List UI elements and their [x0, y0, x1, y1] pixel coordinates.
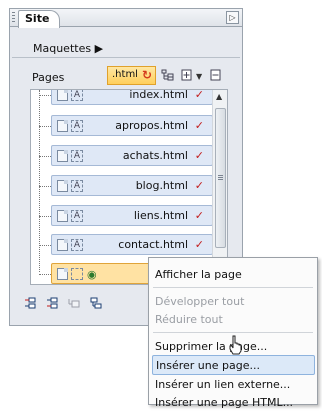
scroll-thumb[interactable] — [215, 108, 226, 248]
move-page-icon[interactable] — [24, 297, 36, 312]
tree-node[interactable]: A liens.html ✓ — [39, 205, 218, 227]
page-card[interactable]: A achats.html ✓ — [51, 145, 213, 166]
tree-node[interactable]: A achats.html ✓ — [39, 145, 218, 167]
check-icon: ✓ — [194, 149, 204, 162]
page-label: blog.html — [135, 179, 188, 192]
page-tree[interactable]: A index.html ✓ A apropos.html ✓ A achats… — [30, 89, 228, 285]
tab-site[interactable]: Site — [18, 10, 60, 28]
scroll-up-icon[interactable]: ▲ — [216, 92, 222, 101]
scroll-grip-icon — [218, 175, 223, 181]
refresh-icon: ↻ — [141, 68, 152, 82]
context-menu: Afficher la page Développer tout Réduire… — [148, 257, 318, 409]
new-page-icon[interactable] — [181, 69, 192, 84]
page-label: liens.html — [133, 209, 188, 222]
menu-separator — [153, 332, 313, 333]
html-button-label: .html — [112, 69, 138, 80]
panel-menu-arrow-icon[interactable]: ▷ — [226, 11, 239, 24]
tree-node[interactable]: A contact.html ✓ — [39, 234, 218, 256]
html-filter-button[interactable]: .html ↻ — [107, 66, 156, 85]
remove-page-icon[interactable] — [210, 69, 221, 84]
check-icon: ✓ — [194, 119, 204, 132]
divider — [12, 57, 240, 58]
menu-item-expand-all[interactable]: Développer tout — [155, 292, 244, 312]
promote-page-icon[interactable] — [68, 297, 80, 312]
pages-label: Pages — [32, 71, 65, 84]
tree-scrollbar[interactable]: ▲ — [212, 90, 227, 284]
menu-item-show-page[interactable]: Afficher la page — [155, 265, 242, 285]
check-icon: ✓ — [194, 209, 204, 222]
menu-item-insert-html-page[interactable]: Insérer une page HTML... — [155, 393, 293, 413]
page-label: index.html — [129, 89, 188, 101]
demote-page-icon[interactable] — [90, 297, 102, 312]
menu-separator — [153, 287, 313, 288]
check-icon: ✓ — [194, 179, 204, 192]
page-label: apropos.html — [115, 119, 188, 132]
maquettes-toggle[interactable]: Maquettes ▶ — [33, 42, 103, 55]
tree-node[interactable]: A blog.html ✓ — [39, 175, 218, 197]
hand-cursor-icon — [229, 335, 243, 355]
tree-view-icon[interactable] — [161, 69, 174, 84]
page-label: achats.html — [122, 149, 188, 162]
page-card[interactable]: A liens.html ✓ — [51, 205, 213, 226]
tree-node[interactable]: A apropos.html ✓ — [39, 115, 218, 137]
panel-grip[interactable] — [12, 12, 15, 23]
panel-tabbar: Site ▷ — [10, 9, 242, 28]
dropdown-arrow-icon[interactable]: ▼ — [196, 72, 202, 81]
menu-item-insert-external-link[interactable]: Insérer un lien externe... — [155, 375, 290, 395]
menu-item-insert-page[interactable]: Insérer une page... — [152, 355, 315, 375]
check-icon: ✓ — [194, 238, 204, 251]
menu-item-collapse-all[interactable]: Réduire tout — [155, 310, 223, 330]
tree-node[interactable]: A index.html ✓ — [39, 89, 218, 106]
check-icon: ✓ — [194, 89, 204, 101]
menu-item-delete-page[interactable]: Supprimer la page... — [155, 337, 267, 357]
move-page-down-icon[interactable] — [46, 297, 58, 312]
page-card[interactable]: A apropos.html ✓ — [51, 115, 213, 136]
page-card[interactable]: A contact.html ✓ — [51, 234, 213, 255]
page-label: contact.html — [118, 238, 188, 251]
page-card[interactable]: A index.html ✓ — [51, 89, 213, 105]
page-card[interactable]: A blog.html ✓ — [51, 175, 213, 196]
